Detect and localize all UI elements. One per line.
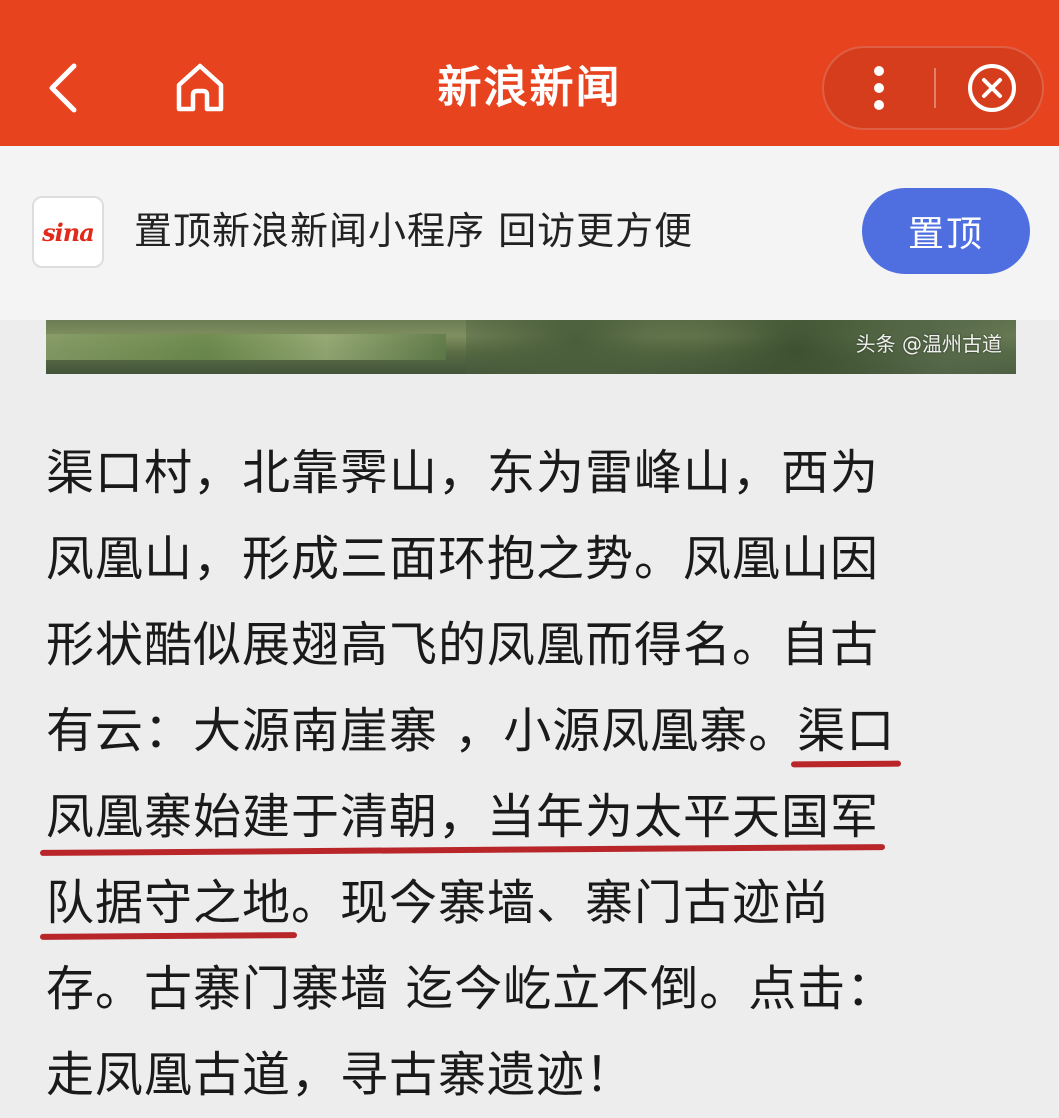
- article-body: 渠口村，北靠霁山，东为雷峰山，西为 凤凰山，形成三面环抱之势。凤凰山因 形状酷似展翅…: [46, 430, 1016, 1118]
- article-text: 走凤凰古道，寻古寨遗迹！: [46, 1047, 635, 1103]
- article-line: 形状酷似展翅高飞的凤凰而得名。自古: [46, 602, 1016, 688]
- pin-miniprogram-banner: sina 置顶新浪新闻小程序 回访更方便 置顶: [0, 146, 1059, 320]
- close-button[interactable]: [942, 48, 1042, 128]
- article-text: 渠口村，北靠霁山，东为雷峰山，西为: [46, 445, 880, 501]
- sina-logo-text: sina: [42, 217, 95, 247]
- underlined-text: 凤凰寨始建于清朝，当年为太平天国军: [46, 789, 880, 845]
- chevron-left-icon: [49, 63, 77, 113]
- image-watermark: 头条 @温州古道: [855, 332, 1002, 356]
- home-button[interactable]: [170, 58, 230, 118]
- underlined-text: 渠口: [797, 703, 896, 759]
- top-nav-bar: 新浪新闻: [0, 0, 1059, 146]
- article-text: 凤凰山，形成三面环抱之势。凤凰山因: [46, 531, 880, 587]
- more-vertical-icon: [874, 66, 884, 110]
- article-image: 头条 @温州古道: [46, 320, 1016, 374]
- close-circle-icon: [968, 64, 1016, 112]
- home-icon: [176, 63, 224, 112]
- article-text: 。现今寨墙、寨门古迹尚: [291, 875, 831, 931]
- article-text: 存。古寨门寨墙 迄今屹立不倒。点击：: [46, 961, 896, 1017]
- article-line: 凤凰寨始建于清朝，当年为太平天国军: [46, 774, 1016, 860]
- back-button[interactable]: [38, 60, 88, 116]
- sina-logo: sina: [32, 196, 104, 268]
- underlined-text: 队据守之地: [46, 875, 292, 931]
- article-text: 有云：大源南崖寨 ，小源凤凰寨。: [46, 703, 798, 759]
- article-line: 凤凰山，形成三面环抱之势。凤凰山因: [46, 516, 1016, 602]
- article-line: 有云：大源南崖寨 ，小源凤凰寨。渠口: [46, 688, 1016, 774]
- mini-program-capsule: [822, 46, 1044, 130]
- pin-button[interactable]: 置顶: [862, 188, 1030, 274]
- article-line: 渠口村，北靠霁山，东为雷峰山，西为: [46, 430, 1016, 516]
- banner-text: 置顶新浪新闻小程序 回访更方便: [134, 209, 694, 253]
- article-line: 存。古寨门寨墙 迄今屹立不倒。点击：: [46, 946, 1016, 1032]
- capsule-divider: [934, 68, 936, 108]
- more-button[interactable]: [824, 48, 934, 128]
- article-line: 队据守之地。现今寨墙、寨门古迹尚: [46, 860, 1016, 946]
- article-text: 形状酷似展翅高飞的凤凰而得名。自古: [46, 617, 880, 673]
- article-line: 走凤凰古道，寻古寨遗迹！: [46, 1032, 1016, 1118]
